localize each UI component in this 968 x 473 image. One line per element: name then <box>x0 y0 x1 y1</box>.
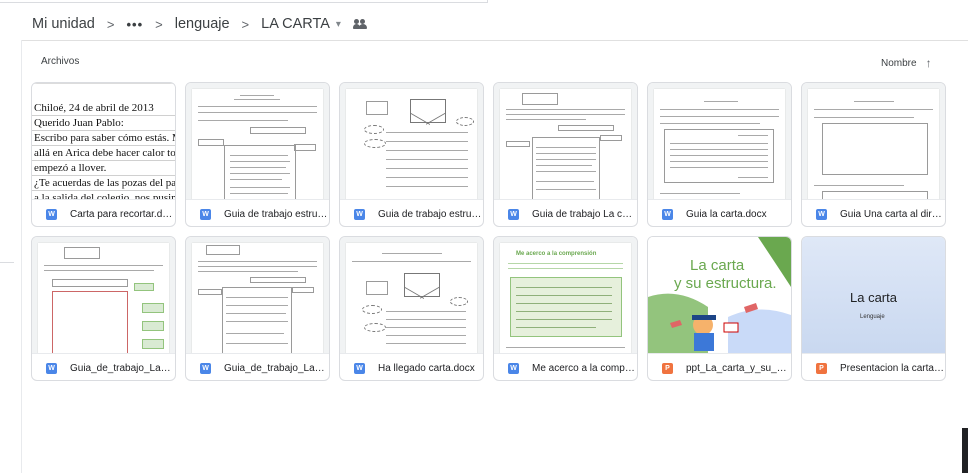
file-card[interactable]: W Guia de trabajo estructura de la carta… <box>339 82 484 227</box>
chevron-right-icon: > <box>106 16 115 32</box>
docx-icon: W <box>46 208 57 220</box>
breadcrumb-item-current[interactable]: LA CARTA <box>261 16 330 32</box>
file-card[interactable]: W Guia la carta.docx <box>647 82 792 227</box>
file-name: Presentacion la carta.pptx <box>840 362 945 374</box>
letter-line: ¿Te acuerdas de las pozas del patio? <box>34 177 175 189</box>
arrow-up-icon: ↑ <box>925 56 932 70</box>
docx-icon: W <box>46 362 57 374</box>
file-footer: W Guia de trabajo estructura de la carta… <box>340 201 483 226</box>
slide-title: La carta <box>850 290 897 305</box>
file-thumbnail <box>186 237 329 354</box>
chevron-right-icon: > <box>155 16 163 32</box>
file-footer: P Presentacion la carta.pptx <box>802 355 945 380</box>
slide-title-line: y su estructura. <box>674 275 777 292</box>
header-divider <box>22 40 968 41</box>
docx-icon: W <box>508 208 519 220</box>
file-card[interactable]: W Guia de trabajo La carta.docx <box>493 82 638 227</box>
docx-icon: W <box>354 362 365 374</box>
file-name: Carta para recortar.docx <box>70 208 175 220</box>
file-footer: W Ha llegado carta.docx <box>340 355 483 380</box>
file-footer: W Guia la carta.docx <box>648 201 791 226</box>
letter-line: empezó a llover. <box>34 162 107 174</box>
slide-subtitle: Lenguaje <box>860 314 885 320</box>
file-card[interactable]: W Guia de trabajo estructura de la carta… <box>185 82 330 227</box>
file-footer: W Guia de trabajo estructura de la carta… <box>186 201 329 226</box>
file-card[interactable]: W Guia_de_trabajo_La_carta.docx <box>31 236 176 381</box>
pptx-icon: P <box>662 362 673 374</box>
letter-line: Querido Juan Pablo: <box>34 117 124 129</box>
file-name: Guia de trabajo estructura de la carta 2… <box>378 208 483 220</box>
file-card[interactable]: W Guia_de_trabajo_La_carta_2.docx <box>185 236 330 381</box>
file-name: ppt_La_carta_y_su_estructura.pptx <box>686 362 791 374</box>
breadcrumb: Mi unidad > ••• > lenguaje > LA CARTA ▾ <box>32 12 367 36</box>
file-thumbnail <box>340 83 483 200</box>
file-card[interactable]: W Guia Una carta al director.docx <box>801 82 946 227</box>
docx-icon: W <box>662 208 673 220</box>
file-footer: W Guia de trabajo La carta.docx <box>494 201 637 226</box>
preview-title: Me acerco a la comprensión <box>516 251 597 257</box>
file-card[interactable]: W Ha llegado carta.docx <box>339 236 484 381</box>
file-name: Guia_de_trabajo_La_carta.docx <box>70 362 175 374</box>
file-footer: W Guia Una carta al director.docx <box>802 201 945 226</box>
docx-icon: W <box>354 208 365 220</box>
section-label: Archivos <box>41 56 80 67</box>
file-footer: W Guia_de_trabajo_La_carta.docx <box>32 355 175 380</box>
docx-icon: W <box>816 208 827 220</box>
file-footer: W Me acerco a la comprension.docx <box>494 355 637 380</box>
file-thumbnail: Chiloé, 24 de abril de 2013 Querido Juan… <box>32 83 175 200</box>
people-icon[interactable] <box>352 18 367 30</box>
pptx-icon: P <box>816 362 827 374</box>
breadcrumb-item-lenguaje[interactable]: lenguaje <box>175 16 230 32</box>
breadcrumb-root[interactable]: Mi unidad <box>32 16 95 32</box>
sort-label: Nombre <box>881 57 917 69</box>
letter-line: Escribo para saber cómo estás. Me i <box>34 132 175 144</box>
file-footer: P ppt_La_carta_y_su_estructura.pptx <box>648 355 791 380</box>
letter-line: allá en Arica debe hacer calor todavi <box>34 147 175 159</box>
scrollbar-thumb[interactable] <box>962 428 968 473</box>
file-name: Guia de trabajo La carta.docx <box>532 208 637 220</box>
letter-line: a la salida del colegio, nos pusimos a <box>34 192 175 200</box>
slide-title-line: La carta <box>690 257 745 274</box>
file-card[interactable]: La carta Lenguaje P Presentacion la cart… <box>801 236 946 381</box>
caret-down-icon[interactable]: ▾ <box>336 19 341 30</box>
file-thumbnail: La carta Lenguaje <box>802 237 945 354</box>
file-name: Guia_de_trabajo_La_carta_2.docx <box>224 362 329 374</box>
file-footer: W Carta para recortar.docx <box>32 201 175 226</box>
docx-icon: W <box>200 208 211 220</box>
left-panel-edge <box>0 40 22 473</box>
slide-illustration <box>648 237 791 353</box>
file-name: Me acerco a la comprension.docx <box>532 362 637 374</box>
docx-icon: W <box>508 362 519 374</box>
file-thumbnail: La carta y su estructura. <box>648 237 791 354</box>
file-thumbnail <box>802 83 945 200</box>
chevron-right-icon: > <box>241 16 250 32</box>
file-name: Guia la carta.docx <box>686 208 767 220</box>
top-bar-edge <box>0 0 968 5</box>
docx-icon: W <box>200 362 211 374</box>
file-name: Guia de trabajo estructura de la carta.d… <box>224 208 329 220</box>
file-thumbnail <box>494 83 637 200</box>
file-thumbnail <box>32 237 175 354</box>
file-thumbnail: Me acerco a la comprensión <box>494 237 637 354</box>
file-footer: W Guia_de_trabajo_La_carta_2.docx <box>186 355 329 380</box>
file-thumbnail <box>648 83 791 200</box>
file-card[interactable]: La carta y su estructura. P ppt_La_carta… <box>647 236 792 381</box>
drive-folder-view: Mi unidad > ••• > lenguaje > LA CARTA ▾ … <box>0 0 968 473</box>
file-name: Guia Una carta al director.docx <box>840 208 945 220</box>
file-name: Ha llegado carta.docx <box>378 362 475 374</box>
file-thumbnail <box>186 83 329 200</box>
file-thumbnail <box>340 237 483 354</box>
file-card[interactable]: Me acerco a la comprensión W Me acerco a… <box>493 236 638 381</box>
sort-button[interactable]: Nombre ↑ <box>881 56 932 70</box>
file-card[interactable]: Chiloé, 24 de abril de 2013 Querido Juan… <box>31 82 176 227</box>
letter-line: Chiloé, 24 de abril de 2013 <box>34 102 154 114</box>
more-icon[interactable]: ••• <box>126 17 143 32</box>
